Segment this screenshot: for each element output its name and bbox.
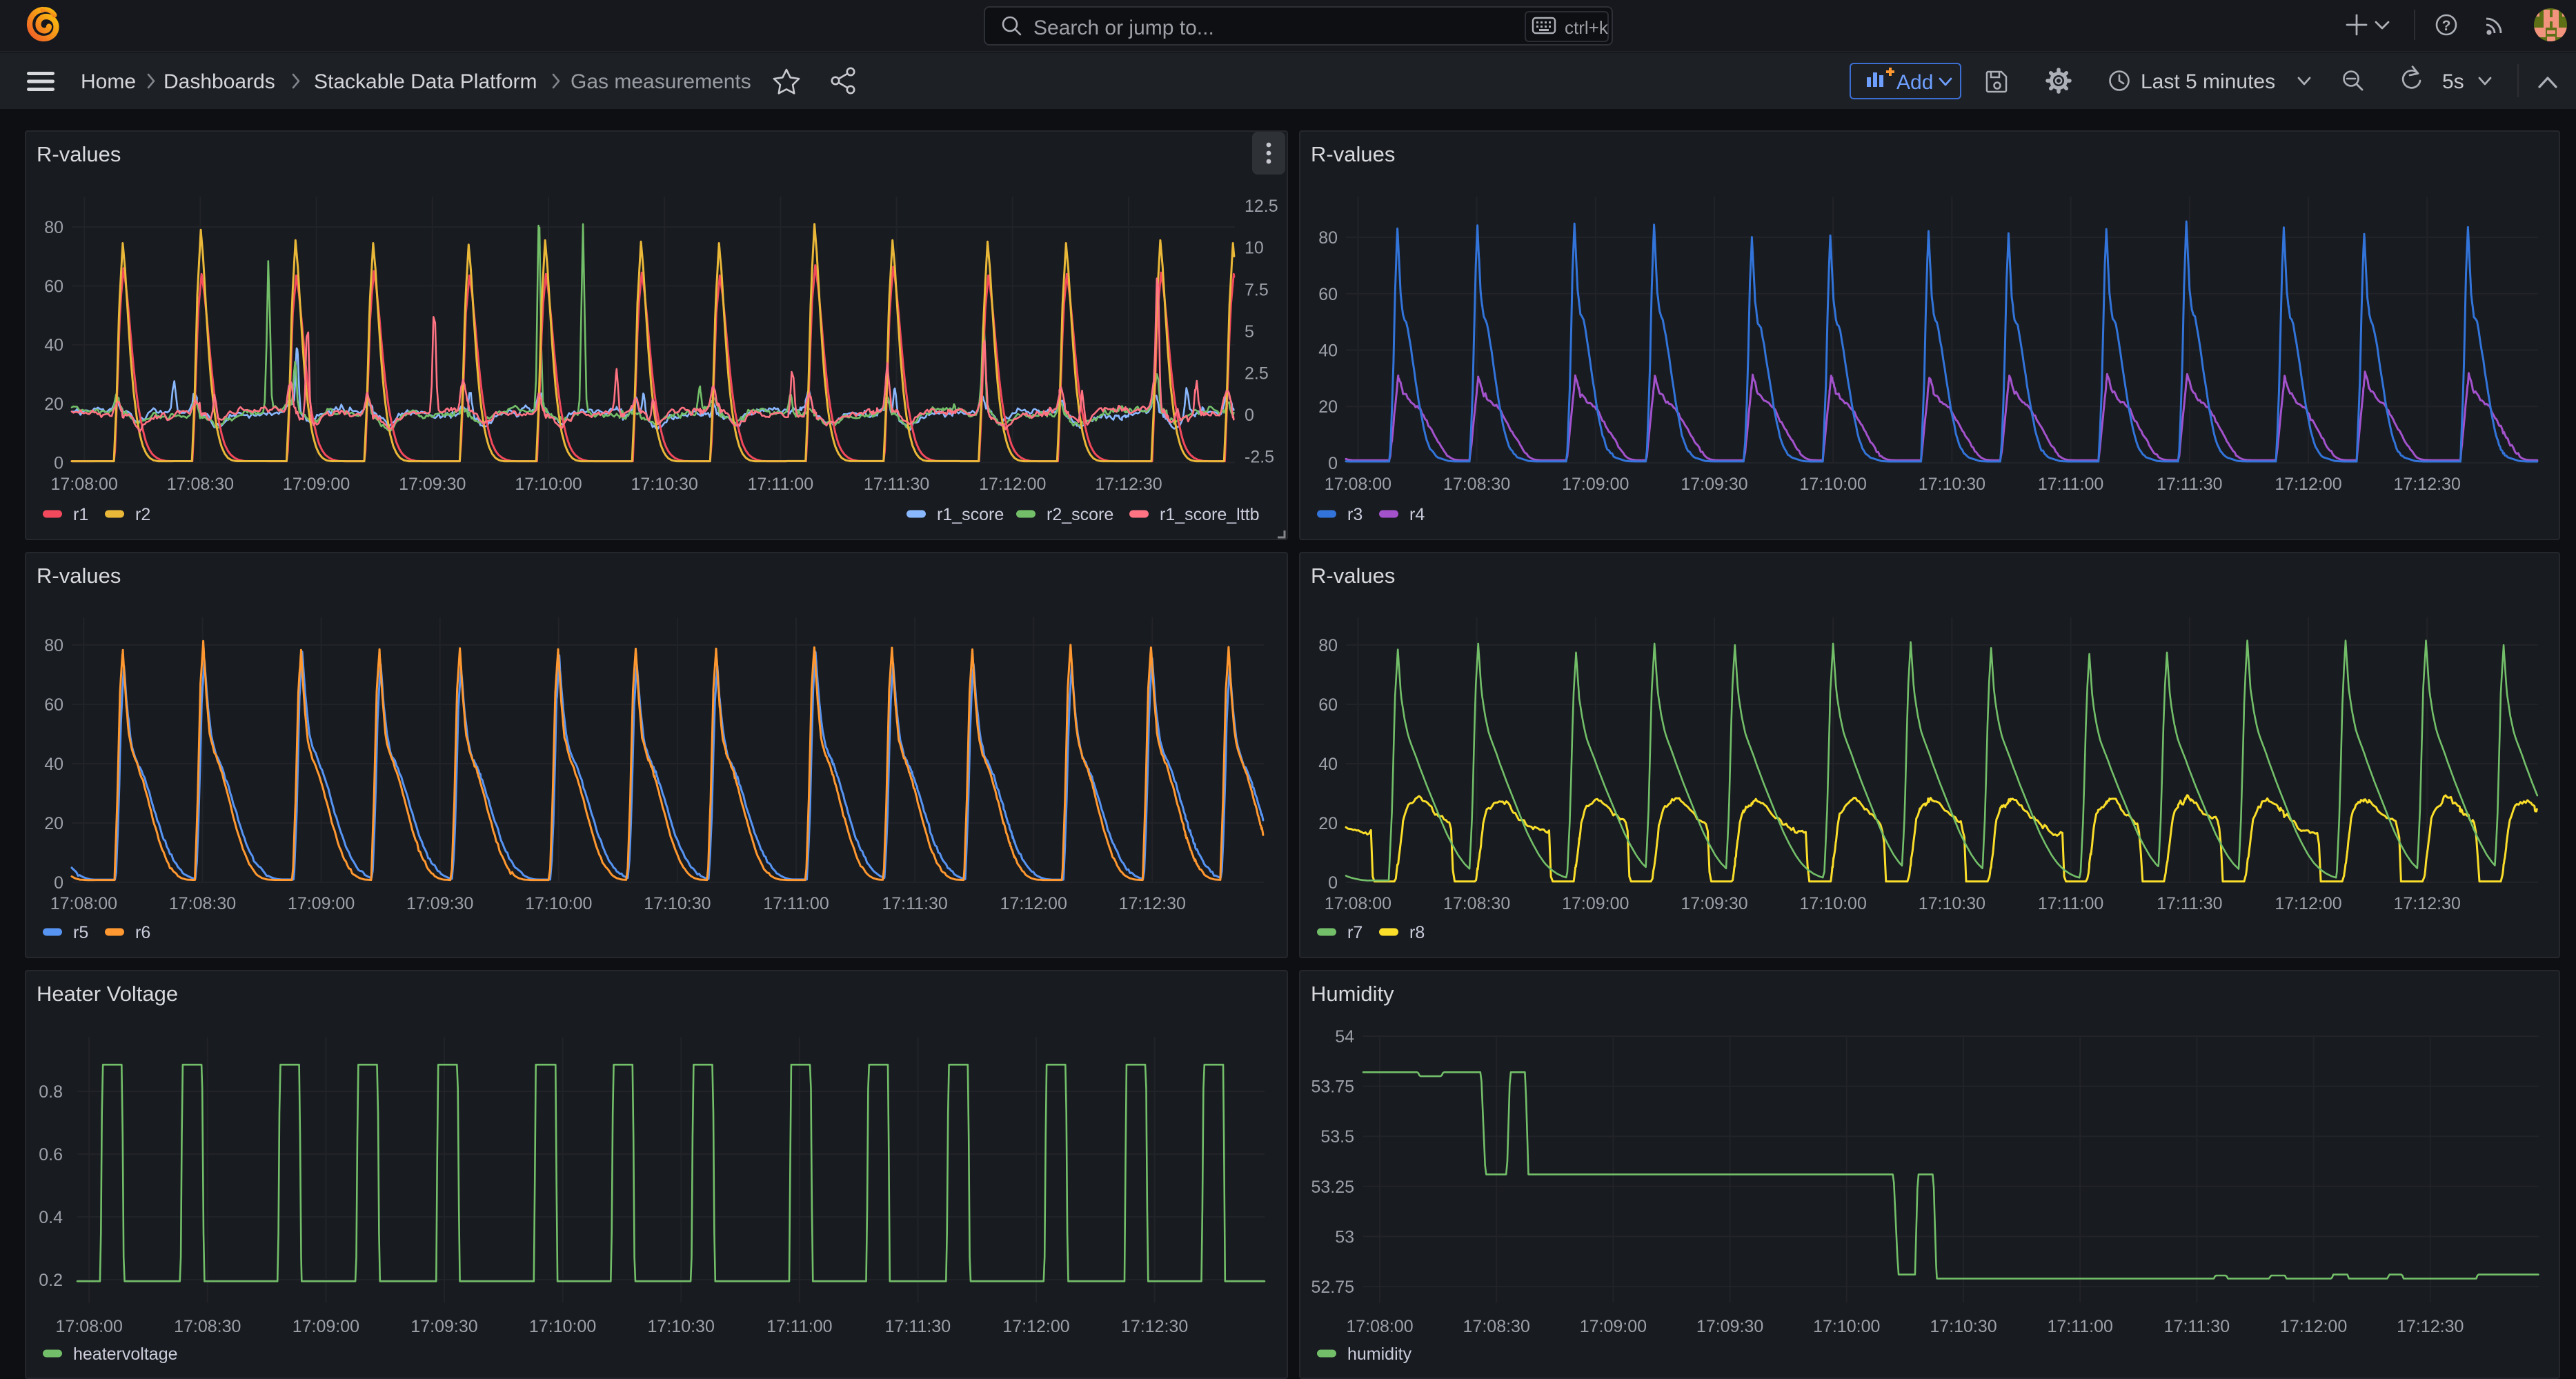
svg-text:?: ? xyxy=(2442,18,2451,34)
